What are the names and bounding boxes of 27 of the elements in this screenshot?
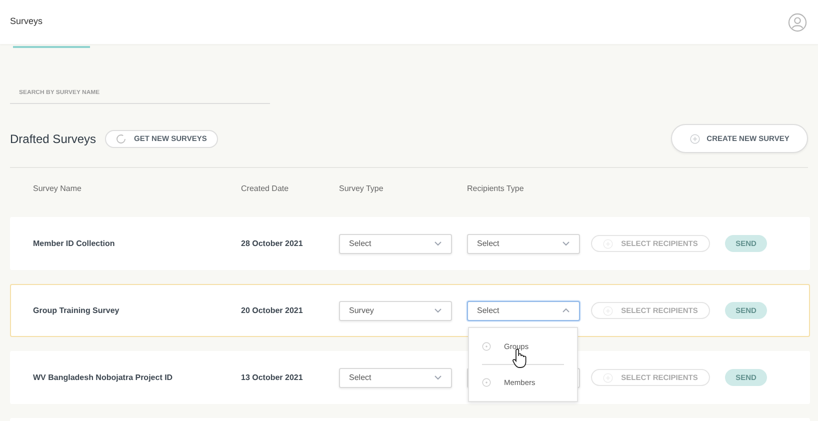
page-title: Surveys (10, 15, 43, 28)
section-title: Drafted Surveys (10, 130, 96, 148)
column-header: Survey Name (33, 183, 82, 195)
chevron-down-icon (434, 375, 442, 380)
created-date: 20 October 2021 (241, 304, 304, 316)
survey-name: WV Bangladesh Nobojatra Project ID (33, 372, 174, 384)
survey-type-select[interactable]: Survey (339, 300, 452, 320)
survey-name: Group Training Survey (33, 304, 120, 316)
chevron-down-icon (562, 241, 570, 246)
radio-icon (482, 342, 491, 351)
radio-icon (482, 378, 491, 387)
chevron-up-icon (562, 308, 570, 313)
column-header: Created Date (241, 183, 290, 195)
created-date: 13 October 2021 (241, 372, 304, 384)
survey-type-select[interactable]: Select (339, 368, 452, 388)
chevron-down-icon (434, 241, 442, 246)
recipients-type-select[interactable]: Select (467, 300, 580, 320)
survey-type-select[interactable]: Select (339, 234, 452, 254)
survey-name: Member ID Collection (33, 238, 116, 250)
user-avatar-icon[interactable] (788, 12, 807, 32)
refresh-icon (116, 134, 126, 144)
created-date: 28 October 2021 (241, 238, 304, 250)
column-header: Recipients Type (467, 183, 524, 195)
plus-circle-icon (690, 134, 700, 144)
chevron-down-icon (434, 308, 442, 313)
column-header: Survey Type (339, 183, 384, 195)
recipients-type-select[interactable]: Select (467, 234, 580, 254)
